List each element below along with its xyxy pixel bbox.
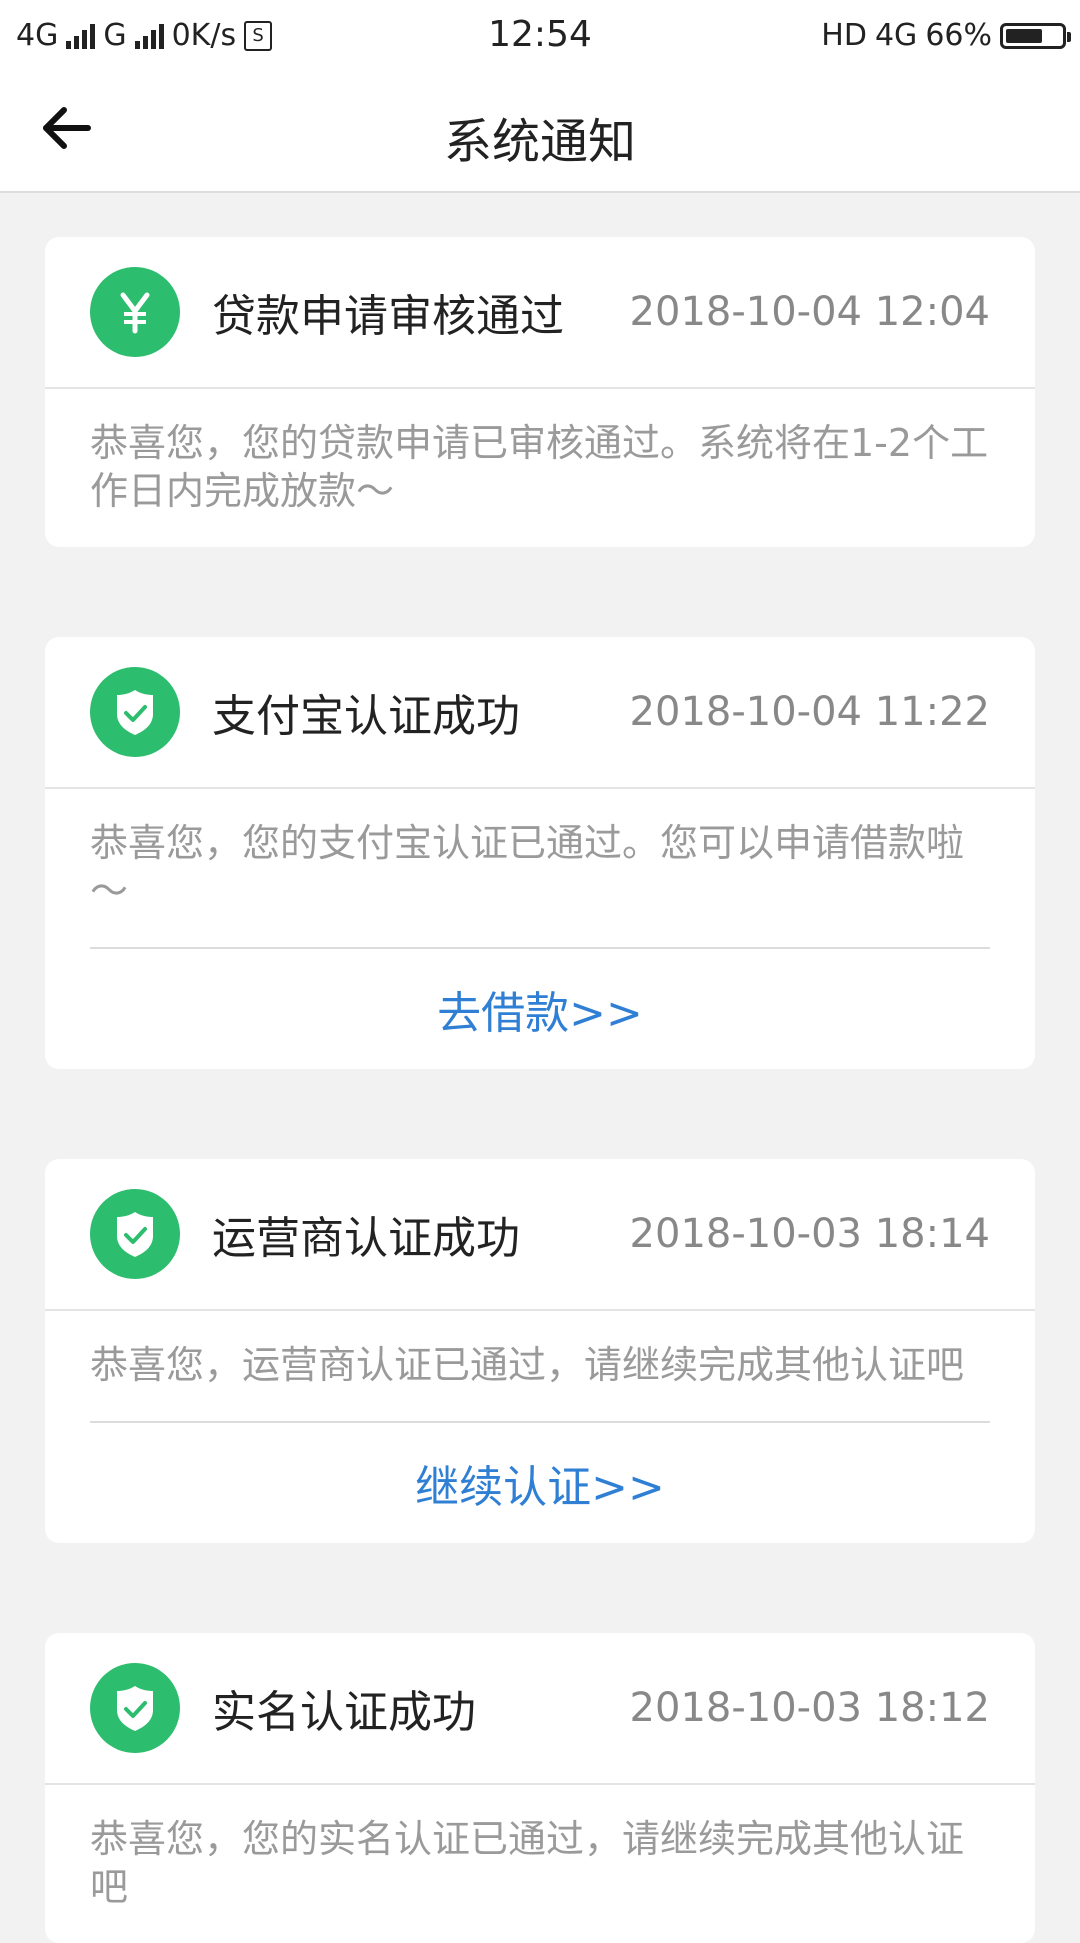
notification-text: 恭喜您，您的实名认证已通过，请继续完成其他认证吧 bbox=[90, 1817, 965, 1909]
notification-text: 恭喜您，您的支付宝认证已通过。您可以申请借款啦～ bbox=[90, 821, 965, 913]
notification-card[interactable]: 运营商认证成功 2018-10-03 18:14 恭喜您，运营商认证已通过，请继续完… bbox=[45, 1159, 1035, 1543]
notification-header: 运营商认证成功 2018-10-03 18:14 bbox=[45, 1159, 1035, 1311]
notification-title: 支付宝认证成功 bbox=[212, 691, 520, 742]
notification-time: 2018-10-03 18:12 bbox=[629, 1685, 990, 1731]
network-type-3: 4G bbox=[874, 18, 918, 53]
notification-card[interactable]: 贷款申请审核通过 2018-10-04 12:04 恭喜您，您的贷款申请已审核通过。… bbox=[45, 237, 1035, 547]
notification-title: 贷款申请审核通过 bbox=[212, 291, 564, 342]
notification-title: 运营商认证成功 bbox=[212, 1213, 520, 1264]
yen-icon bbox=[90, 267, 180, 357]
battery-percent: 66% bbox=[925, 18, 992, 53]
notification-action-link[interactable]: 去借款>> bbox=[437, 977, 643, 1041]
page-title: 系统通知 bbox=[443, 114, 636, 170]
notification-body: 恭喜您，您的实名认证已通过，请继续完成其他认证吧 bbox=[45, 1785, 1035, 1943]
notification-time: 2018-10-04 11:22 bbox=[629, 689, 990, 735]
notification-body: 恭喜您，您的贷款申请已审核通过。系统将在1-2个工作日内完成放款～ bbox=[45, 389, 1035, 547]
shield-check-icon bbox=[90, 1189, 180, 1279]
notification-header: 支付宝认证成功 2018-10-04 11:22 bbox=[45, 637, 1035, 789]
battery-fill bbox=[1006, 28, 1042, 43]
shield-check-icon bbox=[90, 667, 180, 757]
battery-icon bbox=[1000, 22, 1071, 49]
notification-action: 继续认证>> bbox=[90, 1421, 990, 1543]
hd-indicator: HD bbox=[821, 18, 867, 53]
notification-text: 恭喜您，运营商认证已通过，请继续完成其他认证吧 bbox=[90, 1343, 965, 1387]
notification-title: 实名认证成功 bbox=[212, 1687, 476, 1738]
notification-body: 恭喜您，您的支付宝认证已通过。您可以申请借款啦～ bbox=[45, 789, 1035, 947]
navigation-bar: 系统通知 bbox=[0, 76, 1080, 193]
notification-time: 2018-10-03 18:14 bbox=[629, 1211, 990, 1257]
shield-check-icon bbox=[90, 1663, 180, 1753]
notification-text: 恭喜您，您的贷款申请已审核通过。系统将在1-2个工作日内完成放款～ bbox=[90, 421, 989, 513]
notification-card[interactable]: 支付宝认证成功 2018-10-04 11:22 恭喜您，您的支付宝认证已通过。您可… bbox=[45, 637, 1035, 1069]
notification-time: 2018-10-04 12:04 bbox=[629, 289, 990, 335]
notification-action: 去借款>> bbox=[90, 947, 990, 1069]
notification-list: 贷款申请审核通过 2018-10-04 12:04 恭喜您，您的贷款申请已审核通过。… bbox=[0, 193, 1080, 1943]
notification-action-link[interactable]: 继续认证>> bbox=[415, 1451, 665, 1515]
notification-header: 贷款申请审核通过 2018-10-04 12:04 bbox=[45, 237, 1035, 389]
notification-card[interactable]: 实名认证成功 2018-10-03 18:12 恭喜您，您的实名认证已通过，请继续完… bbox=[45, 1633, 1035, 1943]
notification-header: 实名认证成功 2018-10-03 18:12 bbox=[45, 1633, 1035, 1785]
notification-body: 恭喜您，运营商认证已通过，请继续完成其他认证吧 bbox=[45, 1311, 1035, 1421]
status-right: HD 4G 66% bbox=[821, 18, 1071, 53]
status-bar: 4G G 0K/s S 12:54 HD 4G 66% bbox=[0, 0, 1080, 76]
